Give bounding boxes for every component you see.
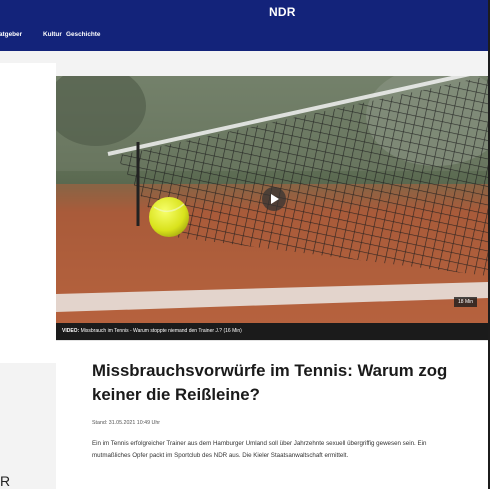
browser-page: NDR atgeber Kultur Geschichte 18 Min VID… [0, 0, 490, 489]
video-caption-label: VIDEO: [62, 328, 80, 334]
article-teaser: Ein im Tennis erfolgreicher Trainer aus … [92, 440, 427, 459]
video-player[interactable]: 18 Min [56, 76, 488, 323]
main-navigation: atgeber Kultur Geschichte [0, 24, 488, 51]
video-caption-bar: VIDEO: Missbrauch im Tennis - Warum stop… [56, 323, 488, 340]
article-card: Missbrauchsvorwürfe im Tennis: Warum zog… [56, 340, 488, 489]
article-date: Stand: 31.05.2021 10:49 Uhr [92, 420, 161, 426]
duration-badge: 18 Min [454, 297, 478, 307]
video-caption: VIDEO: Missbrauch im Tennis - Warum stop… [62, 328, 242, 334]
article-headline: Missbrauchsvorwürfe im Tennis: Warum zog… [92, 361, 448, 404]
nav-item-geschichte[interactable]: Geschichte [66, 31, 100, 38]
play-button[interactable] [262, 187, 286, 211]
left-content-panel [0, 63, 56, 363]
video-caption-text: Missbrauch im Tennis - Warum stoppte nie… [80, 328, 242, 334]
top-header-bar: NDR [0, 0, 488, 24]
cut-off-text: R [0, 473, 11, 489]
nav-item-ratgeber[interactable]: atgeber [0, 31, 22, 38]
nav-item-kultur[interactable]: Kultur [43, 31, 62, 38]
ndr-logo[interactable]: NDR [269, 5, 296, 19]
